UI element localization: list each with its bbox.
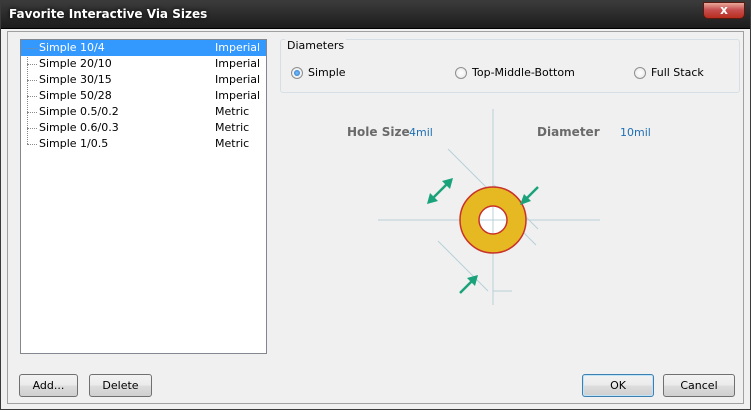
- via-name: Simple 0.6/0.3: [39, 121, 119, 134]
- window-title: Favorite Interactive Via Sizes: [9, 7, 208, 21]
- tree-guide-line: [27, 144, 37, 145]
- radio-unselected-icon: [455, 67, 467, 79]
- via-units: Imperial: [215, 41, 261, 54]
- list-item[interactable]: Simple 1/0.5 Metric: [21, 136, 266, 152]
- tree-guide-line: [27, 96, 37, 97]
- via-name: Simple 30/15: [39, 73, 112, 86]
- diameter-arrow-icon: [520, 186, 539, 205]
- close-button[interactable]: x: [703, 2, 745, 19]
- add-button[interactable]: Add...: [19, 374, 78, 397]
- via-diagram: Hole Size 4mil Diameter 10mil: [338, 107, 651, 312]
- list-item[interactable]: Simple 10/4 Imperial: [21, 40, 266, 56]
- via-name: Simple 1/0.5: [39, 137, 109, 150]
- via-units: Imperial: [215, 57, 261, 70]
- via-units: Imperial: [215, 89, 261, 102]
- radio-unselected-icon: [634, 67, 646, 79]
- diameters-group-label: Diameters: [285, 39, 347, 52]
- via-size-list[interactable]: Simple 10/4 Imperial Simple 20/10 Imperi…: [20, 39, 267, 354]
- tree-guide-line: [27, 48, 37, 49]
- list-item[interactable]: Simple 50/28 Imperial: [21, 88, 266, 104]
- via-name: Simple 0.5/0.2: [39, 105, 119, 118]
- list-item[interactable]: Simple 0.5/0.2 Metric: [21, 104, 266, 120]
- via-units: Metric: [215, 105, 250, 118]
- ok-button[interactable]: OK: [582, 374, 654, 397]
- via-name: Simple 10/4: [39, 41, 105, 54]
- delete-button[interactable]: Delete: [89, 374, 152, 397]
- tree-guide-line: [27, 112, 37, 113]
- via-name: Simple 20/10: [39, 57, 112, 70]
- tree-guide-line: [27, 128, 37, 129]
- via-cross-section: [378, 109, 600, 305]
- dialog-body: Simple 10/4 Imperial Simple 20/10 Imperi…: [7, 31, 744, 404]
- list-item[interactable]: Simple 20/10 Imperial: [21, 56, 266, 72]
- radio-selected-icon: [291, 67, 303, 79]
- diameter-arrow-icon: [459, 275, 478, 294]
- diameters-group: Diameters Simple Top-Middle-Bottom Full …: [280, 39, 740, 93]
- via-units: Metric: [215, 137, 250, 150]
- hole-size-arrow-icon: [427, 178, 453, 204]
- radio-label: Full Stack: [651, 66, 704, 79]
- dialog-window: Favorite Interactive Via Sizes x Simple …: [0, 0, 751, 410]
- radio-label: Simple: [308, 66, 346, 79]
- list-item[interactable]: Simple 0.6/0.3 Metric: [21, 120, 266, 136]
- via-units: Metric: [215, 121, 250, 134]
- tree-guide-line: [27, 64, 37, 65]
- tree-guide-line: [27, 80, 37, 81]
- cancel-button[interactable]: Cancel: [663, 374, 735, 397]
- list-item[interactable]: Simple 30/15 Imperial: [21, 72, 266, 88]
- title-bar[interactable]: Favorite Interactive Via Sizes x: [1, 1, 750, 29]
- radio-label: Top-Middle-Bottom: [472, 66, 575, 79]
- via-units: Imperial: [215, 73, 261, 86]
- via-name: Simple 50/28: [39, 89, 112, 102]
